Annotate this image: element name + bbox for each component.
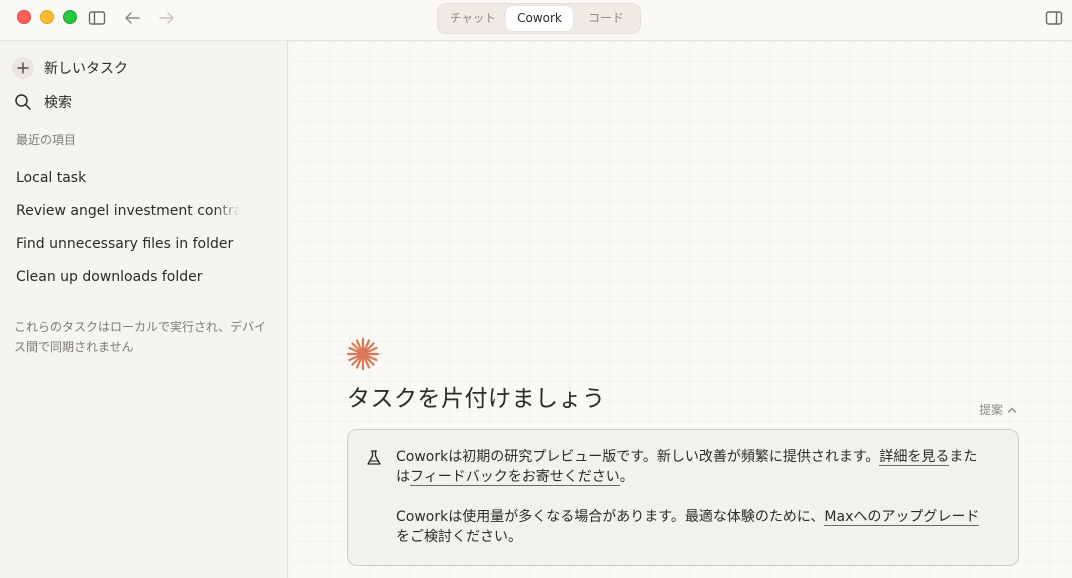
asterisk-logo-icon [346, 337, 380, 371]
recent-item-review-contract[interactable]: Review angel investment contract [16, 203, 240, 219]
chevron-up-icon [1007, 406, 1017, 414]
search-label: 検索 [44, 95, 72, 111]
recent-item-find-files[interactable]: Find unnecessary files in folder [16, 236, 233, 252]
maximize-window-button[interactable] [63, 10, 77, 24]
new-task-label: 新しいタスク [44, 61, 128, 77]
recent-header: 最近の項目 [16, 133, 77, 147]
page-heading: タスクを片付けましょう [347, 386, 606, 412]
suggestions-label: 提案 [979, 403, 1004, 417]
main-content: タスクを片付けましょう 提案 Coworkは初期の研究プレビュー版です。新しい改… [289, 41, 1072, 578]
sidebar: 新しいタスク 検索 最近の項目 Local task Review angel … [0, 41, 288, 578]
sidebar-toggle-icon[interactable] [87, 8, 107, 28]
arrow-left-icon[interactable] [122, 8, 142, 28]
local-tasks-note: これらのタスクはローカルで実行され、デバイス間で同期されません [14, 320, 267, 354]
tab-code[interactable]: コード [575, 6, 637, 31]
tab-cowork[interactable]: Cowork [506, 6, 573, 31]
notice-paragraph-preview: Coworkは初期の研究プレビュー版です。新しい改善が頻繁に提供されます。詳細を… [396, 447, 986, 487]
minimize-window-button[interactable] [40, 10, 54, 24]
plus-icon [12, 57, 34, 79]
flask-icon [365, 449, 383, 467]
search-button[interactable]: 検索 [12, 91, 72, 113]
arrow-right-icon[interactable] [157, 8, 177, 28]
close-window-button[interactable] [17, 10, 31, 24]
suggestions-toggle[interactable]: 提案 [979, 401, 1017, 418]
notice-text: Coworkは使用量が多くなる場合があります。最適な体験のために、 [396, 509, 825, 525]
recent-item-clean-downloads[interactable]: Clean up downloads folder [16, 269, 202, 285]
notice-paragraph-usage: Coworkは使用量が多くなる場合があります。最適な体験のために、Maxへのアッ… [396, 507, 986, 547]
feedback-link[interactable]: フィードバックをお寄せください [410, 469, 620, 486]
notice-text: Coworkは初期の研究プレビュー版です。新しい改善が頻繁に提供されます。 [396, 449, 880, 465]
title-bar: チャット Cowork コード [0, 0, 1072, 41]
research-preview-notice: Coworkは初期の研究プレビュー版です。新しい改善が頻繁に提供されます。詳細を… [347, 429, 1019, 566]
upgrade-link[interactable]: Maxへのアップグレード [824, 509, 980, 526]
recent-item-local-task[interactable]: Local task [16, 170, 86, 186]
tab-chat[interactable]: チャット [442, 6, 504, 31]
notice-text: 。 [619, 469, 634, 485]
details-link[interactable]: 詳細を見る [879, 449, 950, 466]
new-task-button[interactable]: 新しいタスク [12, 57, 128, 79]
notice-text: をご検討ください。 [396, 529, 522, 545]
search-icon [12, 91, 34, 113]
mode-switcher: チャット Cowork コード [437, 3, 641, 34]
right-panel-icon[interactable] [1044, 8, 1064, 28]
